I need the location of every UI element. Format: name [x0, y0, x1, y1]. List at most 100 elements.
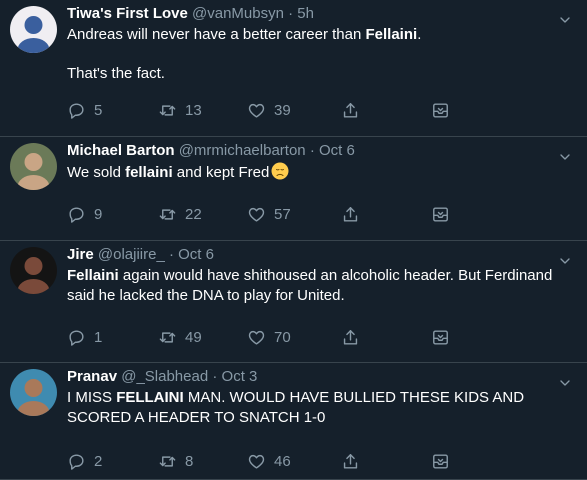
text-segment: again would have shithoused an alcoholic…: [67, 267, 553, 304]
tweet-content: Tiwa's First Love @vanMubsyn · 5h Andreas…: [67, 3, 567, 84]
retweets-count: 8: [185, 452, 194, 470]
disappointed-face-emoji: [271, 162, 289, 180]
share-icon: [341, 328, 360, 347]
inbox-icon: [431, 101, 450, 120]
retweets-count: 22: [185, 205, 202, 223]
retweets-count: 49: [185, 328, 202, 346]
retweet-button[interactable]: 8: [158, 451, 193, 471]
retweet-button[interactable]: 49: [158, 327, 202, 347]
inbox-icon: [431, 205, 450, 224]
retweet-icon: [158, 205, 177, 224]
display-name[interactable]: Pranav: [67, 368, 117, 385]
user-handle[interactable]: @vanMubsyn: [192, 5, 284, 22]
like-icon: [247, 101, 266, 120]
tweet-paragraph: We sold fellaini and kept Fred: [67, 162, 567, 183]
avatar[interactable]: [10, 6, 57, 53]
retweet-button[interactable]: 22: [158, 204, 202, 224]
reply-icon: [67, 101, 86, 120]
likes-count: 46: [274, 452, 291, 470]
tweet-paragraph: I MISS FELLAINI MAN. WOULD HAVE BULLIED …: [67, 388, 567, 427]
avatar[interactable]: [10, 143, 57, 190]
user-handle[interactable]: @olajiire_: [98, 246, 165, 263]
share-icon: [341, 452, 360, 471]
tweet-text: Andreas will never have a better career …: [67, 25, 567, 84]
avatar[interactable]: [10, 247, 57, 294]
like-icon: [247, 452, 266, 471]
tweet-actions: 1 49 70: [67, 327, 467, 347]
timestamp[interactable]: 5h: [297, 5, 314, 22]
tweet-content: Michael Barton @mrmichaelbarton · Oct 6W…: [67, 140, 567, 183]
reply-icon: [67, 452, 86, 471]
inbox-icon: [431, 452, 450, 471]
retweets-count: 13: [185, 101, 202, 119]
timestamp[interactable]: Oct 6: [319, 142, 355, 159]
like-button[interactable]: 39: [247, 100, 291, 120]
text-segment: We sold: [67, 164, 126, 181]
tweet-actions: 2 8 46: [67, 451, 467, 471]
like-button[interactable]: 70: [247, 327, 291, 347]
tweet-header: Jire @olajiire_ · Oct 6: [67, 244, 567, 266]
share-icon: [341, 101, 360, 120]
likes-count: 57: [274, 205, 291, 223]
tweet[interactable]: Michael Barton @mrmichaelbarton · Oct 6W…: [0, 137, 587, 241]
reply-icon: [67, 205, 86, 224]
avatar[interactable]: [10, 369, 57, 416]
tweet[interactable]: Pranav @_Slabhead · Oct 3 I MISS FELLAINI…: [0, 363, 587, 480]
share-button[interactable]: [341, 451, 360, 471]
inbox-icon: [431, 328, 450, 347]
caret-icon[interactable]: [557, 253, 573, 269]
tweet-header: Tiwa's First Love @vanMubsyn · 5h: [67, 3, 567, 25]
reply-button[interactable]: 2: [67, 451, 102, 471]
tweet-paragraph: Andreas will never have a better career …: [67, 25, 567, 45]
likes-count: 39: [274, 101, 291, 119]
display-name[interactable]: Michael Barton: [67, 142, 175, 159]
text-segment: I MISS: [67, 389, 117, 406]
display-name[interactable]: Jire: [67, 246, 94, 263]
caret-icon[interactable]: [557, 149, 573, 165]
share-button[interactable]: [341, 100, 360, 120]
user-handle[interactable]: @mrmichaelbarton: [179, 142, 306, 159]
timestamp[interactable]: Oct 3: [222, 368, 258, 385]
retweet-button[interactable]: 13: [158, 100, 202, 120]
tweet-header: Michael Barton @mrmichaelbarton · Oct 6: [67, 140, 567, 162]
tweet-text: I MISS FELLAINI MAN. WOULD HAVE BULLIED …: [67, 388, 567, 427]
share-icon: [341, 205, 360, 224]
replies-count: 1: [94, 328, 103, 346]
timestamp[interactable]: Oct 6: [178, 246, 214, 263]
tweet-text: Fellaini again would have shithoused an …: [67, 266, 567, 305]
replies-count: 2: [94, 452, 103, 470]
separator-dot: ·: [212, 368, 218, 385]
tweet[interactable]: Tiwa's First Love @vanMubsyn · 5h Andreas…: [0, 0, 587, 137]
separator-dot: ·: [288, 5, 294, 22]
tweet-content: Jire @olajiire_ · Oct 6 Fellaini again wo…: [67, 244, 567, 305]
likes-count: 70: [274, 328, 291, 346]
tweet-paragraph: Fellaini again would have shithoused an …: [67, 266, 567, 305]
display-name[interactable]: Tiwa's First Love: [67, 5, 188, 22]
share-button[interactable]: [341, 327, 360, 347]
save-button[interactable]: [431, 451, 450, 471]
save-button[interactable]: [431, 327, 450, 347]
highlighted-keyword: FELLAINI: [116, 389, 184, 406]
text-segment: Andreas will never have a better career …: [67, 26, 366, 43]
tweet-content: Pranav @_Slabhead · Oct 3 I MISS FELLAINI…: [67, 366, 567, 427]
text-segment: and kept Fred: [172, 164, 270, 181]
tweet-text: We sold fellaini and kept Fred: [67, 162, 567, 183]
reply-button[interactable]: 5: [67, 100, 102, 120]
text-segment: .: [417, 26, 422, 43]
like-button[interactable]: 57: [247, 204, 291, 224]
tweet[interactable]: Jire @olajiire_ · Oct 6 Fellaini again wo…: [0, 241, 587, 363]
separator-dot: ·: [168, 246, 174, 263]
reply-button[interactable]: 9: [67, 204, 102, 224]
like-button[interactable]: 46: [247, 451, 291, 471]
retweet-icon: [158, 101, 177, 120]
reply-button[interactable]: 1: [67, 327, 102, 347]
tweet-paragraph: That's the fact.: [67, 64, 567, 84]
caret-icon[interactable]: [557, 12, 573, 28]
caret-icon[interactable]: [557, 375, 573, 391]
text-segment: That's the fact.: [67, 65, 165, 82]
share-button[interactable]: [341, 204, 360, 224]
save-button[interactable]: [431, 100, 450, 120]
like-icon: [247, 205, 266, 224]
save-button[interactable]: [431, 204, 450, 224]
user-handle[interactable]: @_Slabhead: [121, 368, 208, 385]
